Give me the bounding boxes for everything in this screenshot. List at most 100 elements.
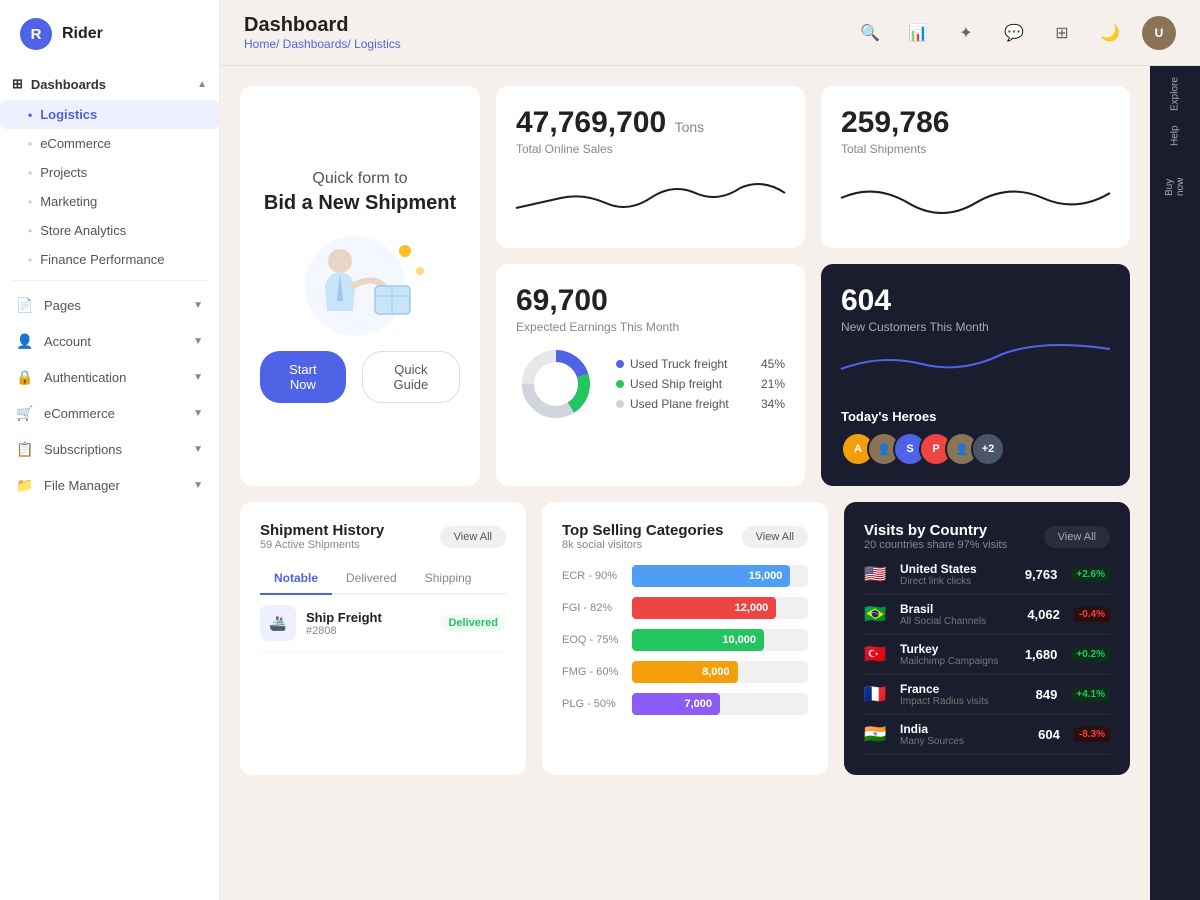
total-shipments-value: 259,786 [841,106,1110,140]
auth-icon: 🔒 [16,368,34,386]
app-name: Rider [62,25,103,43]
country-subtitle: 20 countries share 97% visits [864,539,1007,551]
shipments-chart [841,168,1110,228]
sidebar-divider [12,280,207,281]
file-manager-icon: 📁 [16,476,34,494]
earnings-label: Expected Earnings This Month [516,320,785,334]
logo-icon: R [20,18,52,50]
sidebar-item-file-manager[interactable]: 📁 File Manager ▼ [0,467,219,503]
sidebar-item-account[interactable]: 👤 Account ▼ [0,323,219,359]
account-chevron-icon: ▼ [193,336,203,347]
selling-view-all-button[interactable]: View All [742,526,808,548]
help-button[interactable]: Help [1157,118,1193,154]
user-avatar[interactable]: U [1142,16,1176,50]
tab-delivered[interactable]: Delivered [332,563,411,593]
total-sales-card: 47,769,700 Tons Total Online Sales [496,86,805,248]
settings-icon[interactable]: ✦ [950,17,982,49]
legend-ship: Used Ship freight 21% [616,377,785,391]
breadcrumb-current: Logistics [354,37,401,51]
visits-by-country-card: Visits by Country 20 countries share 97%… [844,502,1130,775]
country-india: 🇮🇳 India Many Sources 604 -8.3% [864,715,1110,755]
app-logo[interactable]: R Rider [0,0,219,68]
country-brasil: 🇧🇷 Brasil All Social Channels 4,062 -0.4… [864,595,1110,635]
new-customers-card: 604 New Customers This Month Today's Her… [821,264,1130,486]
bar-fill-fmg: 8,000 [632,661,738,683]
sidebar-item-ecommerce[interactable]: eCommerce [0,129,219,158]
bid-illustration [275,231,445,351]
content-area: Quick form to Bid a New Shipment [220,66,1200,900]
selling-subtitle: 8k social visitors [562,539,723,551]
ship-status: Delivered [440,614,506,632]
dashboards-grid-icon: ⊞ [12,76,23,92]
ship-dot [616,380,624,388]
shipment-history-card: Shipment History 59 Active Shipments Vie… [240,502,526,775]
bar-fgi: FGI - 82% 12,000 [562,597,808,619]
chart-icon[interactable]: 📊 [902,17,934,49]
bar-fill-ecr: 15,000 [632,565,790,587]
right-panel: Explore Help Buy now [1150,66,1200,900]
bar-ecr: ECR - 90% 15,000 [562,565,808,587]
main-area: Quick form to Bid a New Shipment [220,66,1150,900]
search-icon[interactable]: 🔍 [854,17,886,49]
brasil-flag: 🇧🇷 [864,604,890,625]
country-title: Visits by Country [864,522,1007,539]
sidebar-item-pages[interactable]: 📄 Pages ▼ [0,287,219,323]
selling-title: Top Selling Categories [562,522,723,539]
sidebar-item-finance[interactable]: Finance Performance [0,245,219,274]
buy-now-button[interactable]: Buy now [1157,160,1193,196]
sidebar-item-projects[interactable]: Projects [0,158,219,187]
auth-chevron-icon: ▼ [193,372,203,383]
tab-shipping[interactable]: Shipping [411,563,486,593]
bid-card: Quick form to Bid a New Shipment [240,86,480,486]
turkey-flag: 🇹🇷 [864,644,890,665]
sidebar-item-authentication[interactable]: 🔒 Authentication ▼ [0,359,219,395]
total-sales-unit: Tons [675,119,705,135]
topbar: Dashboard Home/ Dashboards/ Logistics 🔍 … [220,0,1200,66]
us-flag: 🇺🇸 [864,564,890,585]
top-cards-row: Quick form to Bid a New Shipment [240,86,1130,486]
sidebar-item-logistics[interactable]: Logistics [0,100,219,129]
pages-icon: 📄 [16,296,34,314]
sidebar-item-marketing[interactable]: Marketing [0,187,219,216]
grid-icon[interactable]: ⊞ [1046,17,1078,49]
breadcrumb: Home/ Dashboards/ Logistics [244,37,401,51]
shipment-view-all-button[interactable]: View All [440,526,506,548]
quick-guide-button[interactable]: Quick Guide [362,351,460,403]
total-shipments-label: Total Shipments [841,142,1110,156]
ecommerce-icon: 🛒 [16,404,34,422]
theme-icon[interactable]: 🌙 [1094,17,1126,49]
india-flag: 🇮🇳 [864,724,890,745]
france-flag: 🇫🇷 [864,684,890,705]
pages-chevron-icon: ▼ [193,300,203,311]
sidebar-item-store-analytics[interactable]: Store Analytics [0,216,219,245]
ship-id: #2808 [306,625,430,637]
tab-notable[interactable]: Notable [260,563,332,595]
sidebar-item-subscriptions[interactable]: 📋 Subscriptions ▼ [0,431,219,467]
heroes-title: Today's Heroes [841,389,1110,424]
bid-subtitle: Bid a New Shipment [264,192,456,215]
bottom-row: Shipment History 59 Active Shipments Vie… [240,502,1130,775]
explore-button[interactable]: Explore [1157,76,1193,112]
subscriptions-icon: 📋 [16,440,34,458]
account-icon: 👤 [16,332,34,350]
shipment-subtitle: 59 Active Shipments [260,539,384,551]
start-now-button[interactable]: Start Now [260,351,346,403]
shipment-title: Shipment History [260,522,384,539]
chat-icon[interactable]: 💬 [998,17,1030,49]
sidebar-item-ecommerce-pages[interactable]: 🛒 eCommerce ▼ [0,395,219,431]
country-france: 🇫🇷 France Impact Radius visits 849 +4.1% [864,675,1110,715]
earnings-value: 69,700 [516,284,785,318]
new-customers-value: 604 [841,284,1110,318]
subscriptions-chevron-icon: ▼ [193,444,203,455]
ship-freight-icon: 🚢 [260,605,296,641]
country-view-all-button[interactable]: View All [1044,526,1110,548]
france-change: +4.1% [1071,687,1110,702]
legend-plane: Used Plane freight 34% [616,397,785,411]
bar-fmg: FMG - 60% 8,000 [562,661,808,683]
bar-eoq: EOQ - 75% 10,000 [562,629,808,651]
total-sales-label: Total Online Sales [516,142,785,156]
turkey-change: +0.2% [1071,647,1110,662]
dashboards-group[interactable]: ⊞ Dashboards ▲ [0,68,219,100]
ship-name: Ship Freight [306,610,430,625]
sales-chart [516,168,785,228]
